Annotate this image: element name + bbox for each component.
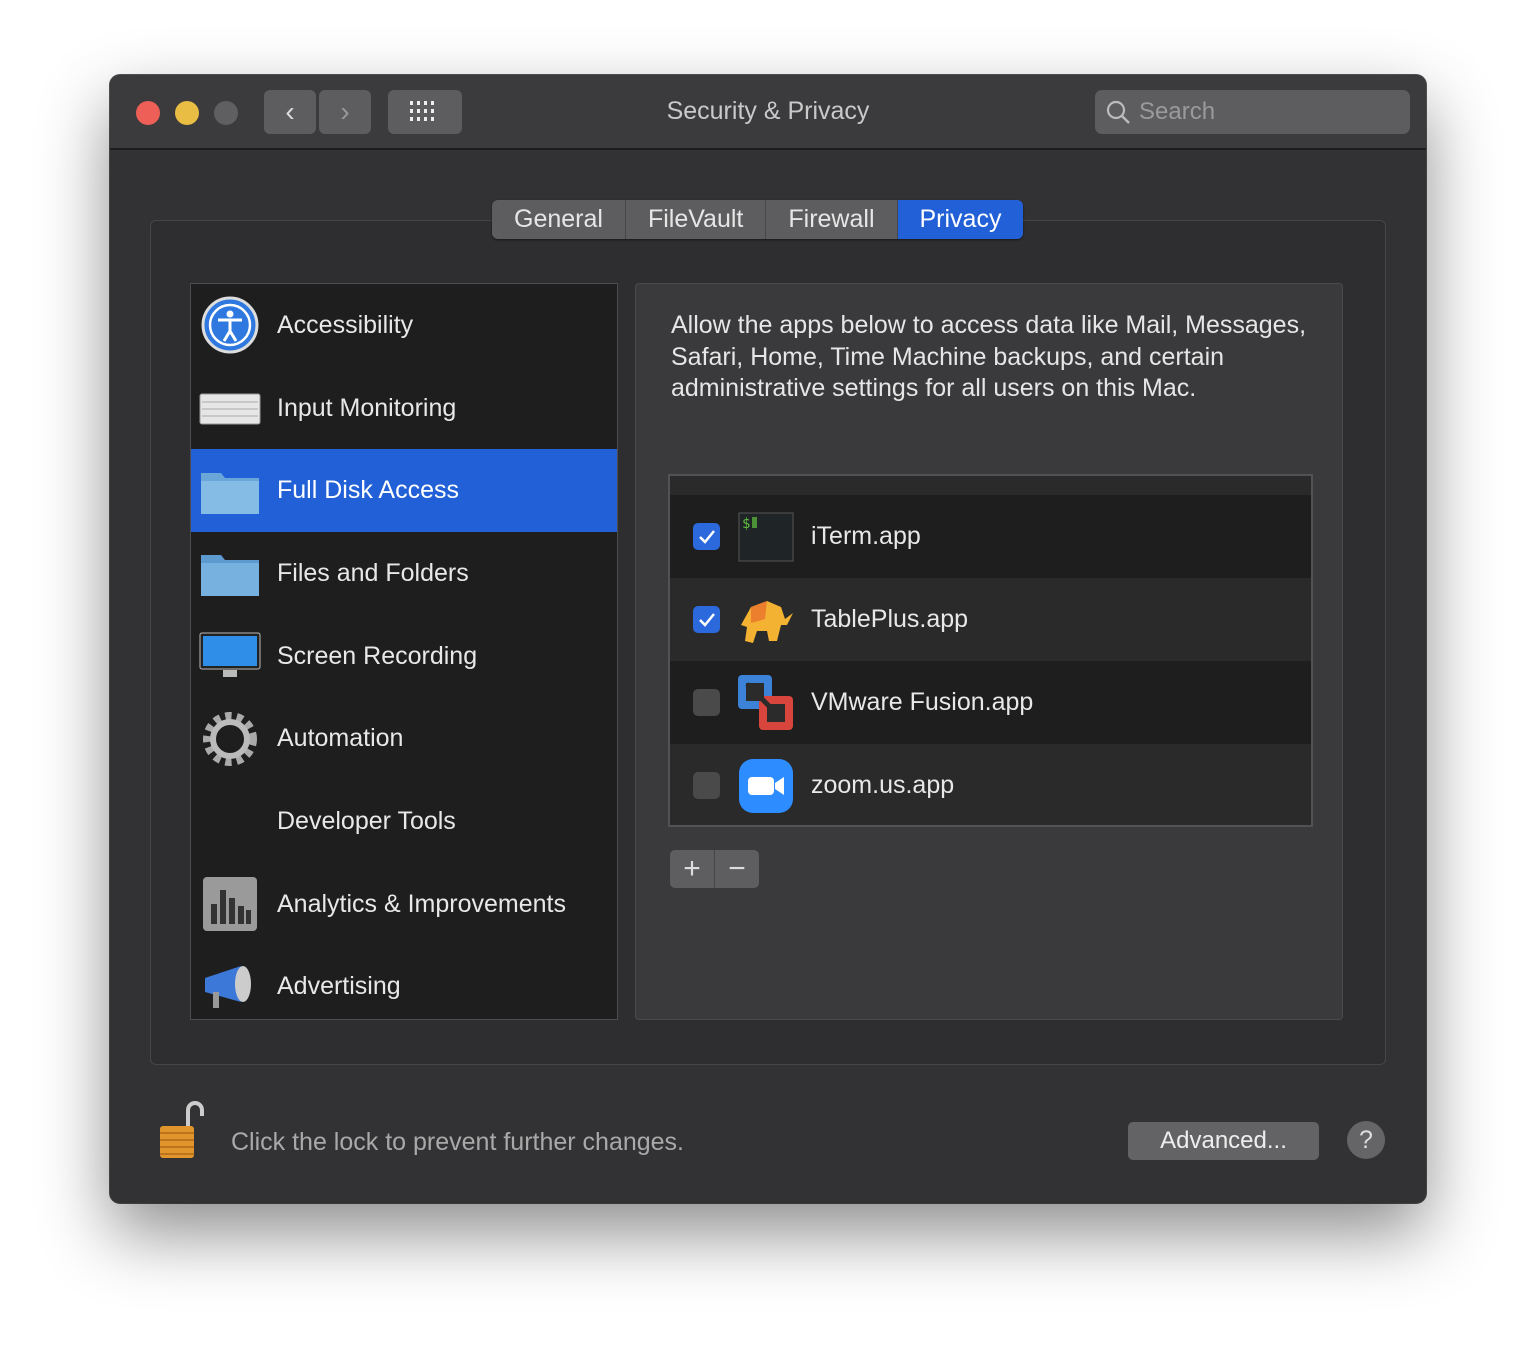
folder-icon <box>199 542 261 604</box>
category-analytics[interactable]: Analytics & Improvements <box>191 863 617 946</box>
bar-chart-icon <box>199 873 261 935</box>
tab-firewall[interactable]: Firewall <box>766 200 898 239</box>
category-developer-tools[interactable]: Developer Tools <box>191 780 617 863</box>
remove-app-button[interactable]: − <box>715 850 759 888</box>
search-field[interactable] <box>1095 90 1410 134</box>
accessibility-icon <box>199 294 261 356</box>
tab-bar: General FileVault Firewall Privacy <box>492 200 1024 239</box>
category-label: Full Disk Access <box>277 476 459 505</box>
lock-button[interactable] <box>158 1100 208 1167</box>
partial-row <box>670 476 1311 495</box>
advanced-button[interactable]: Advanced... <box>1128 1122 1319 1160</box>
app-row-vmware-fusion[interactable]: VMware Fusion.app <box>670 661 1311 744</box>
privacy-category-list: Accessibility Input Monitoring Full Disk… <box>190 283 618 1020</box>
category-label: Screen Recording <box>277 641 478 670</box>
app-row-iterm[interactable]: $ iTerm.app <box>670 495 1311 578</box>
category-label: Input Monitoring <box>277 393 457 422</box>
app-row-tableplus[interactable]: TablePlus.app <box>670 578 1311 661</box>
app-row-zoom[interactable]: zoom.us.app <box>670 744 1311 825</box>
checkmark-icon <box>698 529 715 544</box>
category-label: Automation <box>277 724 404 753</box>
title-bar: ‹ › Security & Privacy <box>110 75 1426 150</box>
blank-icon <box>199 790 261 852</box>
category-screen-recording[interactable]: Screen Recording <box>191 615 617 698</box>
iterm-icon: $ <box>737 508 795 566</box>
help-button[interactable]: ? <box>1347 1121 1385 1159</box>
tab-privacy[interactable]: Privacy <box>897 200 1024 239</box>
svg-text:$: $ <box>742 516 750 532</box>
checkmark-icon <box>698 612 715 627</box>
panel-description: Allow the apps below to access data like… <box>671 311 1307 402</box>
tab-general[interactable]: General <box>492 200 626 239</box>
security-privacy-window: ‹ › Security & Privacy General FileVault… <box>110 75 1426 1203</box>
add-remove-control: + − <box>670 850 759 888</box>
category-label: Files and Folders <box>277 558 469 587</box>
tableplus-elephant-icon <box>737 591 795 649</box>
lock-status-text: Click the lock to prevent further change… <box>231 1128 685 1156</box>
category-files-and-folders[interactable]: Files and Folders <box>191 532 617 615</box>
app-checkbox[interactable] <box>693 689 720 716</box>
category-accessibility[interactable]: Accessibility <box>191 284 617 367</box>
app-list[interactable]: $ iTerm.app TablePlus.app VMware Fusion.… <box>668 474 1313 827</box>
display-icon <box>199 625 261 687</box>
app-checkbox[interactable] <box>693 606 720 633</box>
app-name: TablePlus.app <box>811 605 969 633</box>
app-name: zoom.us.app <box>811 771 955 799</box>
search-icon <box>1106 100 1130 124</box>
category-automation[interactable]: Automation <box>191 697 617 780</box>
add-app-button[interactable]: + <box>670 850 715 888</box>
app-checkbox[interactable] <box>693 772 720 799</box>
category-advertising[interactable]: Advertising <box>191 946 617 1029</box>
category-label: Accessibility <box>277 310 414 339</box>
search-input[interactable] <box>1139 98 1389 126</box>
full-disk-access-panel: Allow the apps below to access data like… <box>635 283 1343 1020</box>
folder-icon <box>199 460 261 522</box>
tab-filevault[interactable]: FileVault <box>626 200 767 239</box>
category-label: Developer Tools <box>277 806 456 835</box>
app-checkbox[interactable] <box>693 523 720 550</box>
vmware-fusion-icon <box>737 674 795 732</box>
unlocked-padlock-icon <box>160 1101 204 1158</box>
gear-icon <box>199 708 261 770</box>
category-full-disk-access[interactable]: Full Disk Access <box>191 449 617 533</box>
app-name: VMware Fusion.app <box>811 688 1034 716</box>
category-label: Analytics & Improvements <box>277 889 566 918</box>
app-name: iTerm.app <box>811 522 921 550</box>
category-input-monitoring[interactable]: Input Monitoring <box>191 367 617 450</box>
zoom-camera-icon <box>737 757 795 815</box>
megaphone-icon <box>199 956 261 1018</box>
keyboard-icon <box>199 377 261 439</box>
category-label: Advertising <box>277 972 401 1001</box>
